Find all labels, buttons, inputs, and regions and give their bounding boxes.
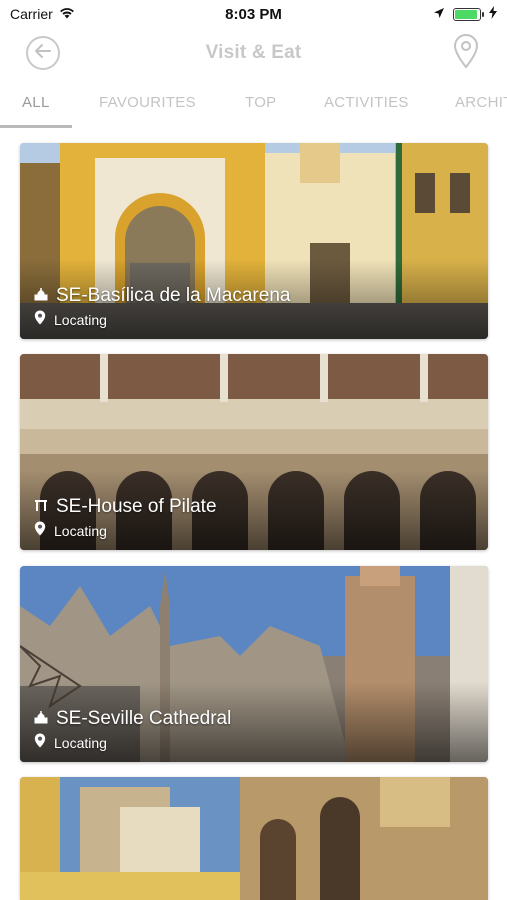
card-title-row: SE-Seville Cathedral (34, 708, 231, 730)
place-card[interactable]: SE-House of Pilate Locating (20, 354, 488, 550)
back-button[interactable] (26, 36, 60, 70)
location-pin-icon (34, 310, 46, 330)
active-tab-indicator (0, 125, 72, 128)
map-button[interactable] (451, 33, 481, 74)
battery-fill (455, 9, 477, 19)
tab-activities[interactable]: ACTIVITIES (324, 94, 409, 111)
place-card[interactable] (20, 777, 488, 900)
place-photo (20, 777, 488, 900)
tab-all[interactable]: ALL (22, 94, 50, 111)
location-pin-icon (34, 521, 46, 541)
card-title: SE-Seville Cathedral (56, 708, 232, 729)
card-location-status: Locating (54, 523, 107, 539)
back-arrow-circle-icon (34, 43, 52, 64)
map-pin-icon (453, 33, 479, 74)
card-title-row: SE-House of Pilate (34, 496, 217, 518)
category-tabs: ALL FAVOURITES TOP ACTIVITIES ARCHITECTU… (0, 88, 507, 128)
card-location-row: Locating (34, 733, 107, 753)
place-card[interactable]: SE-Basílica de la Macarena Locating (20, 143, 488, 339)
card-title: SE-Basílica de la Macarena (56, 285, 291, 306)
page-title: Visit & Eat (205, 42, 302, 63)
place-card[interactable]: SE-Seville Cathedral Locating (20, 566, 488, 762)
clock: 8:03 PM (225, 5, 282, 23)
tab-top[interactable]: TOP (245, 94, 276, 111)
landmark-icon (34, 498, 48, 517)
tab-favourites[interactable]: FAVOURITES (99, 94, 196, 111)
card-location-row: Locating (34, 310, 107, 330)
church-icon (34, 287, 48, 306)
tab-architecture[interactable]: ARCHITECTURE (455, 94, 507, 111)
church-icon (34, 710, 48, 729)
status-bar: Carrier 8:03 PM (0, 0, 507, 28)
battery-icon (453, 7, 484, 21)
card-title-row: SE-Basílica de la Macarena (34, 285, 290, 307)
card-title: SE-House of Pilate (56, 496, 217, 517)
navigation-bar: Visit & Eat (0, 28, 507, 78)
location-pin-icon (34, 733, 46, 753)
card-location-status: Locating (54, 735, 107, 751)
card-location-status: Locating (54, 312, 107, 328)
card-location-row: Locating (34, 521, 107, 541)
